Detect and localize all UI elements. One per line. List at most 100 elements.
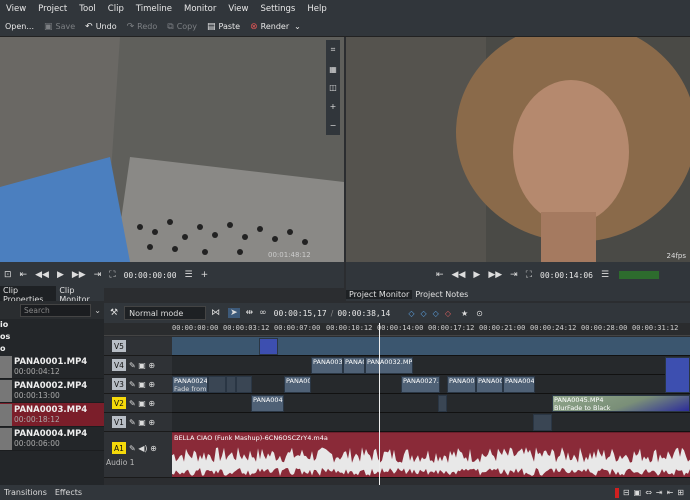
chevron-down-icon[interactable]: ⌄ xyxy=(94,306,101,315)
zoom-in-timeline-icon[interactable]: ⇤ xyxy=(667,488,674,497)
fit-icon[interactable]: ⌗ xyxy=(331,45,336,55)
set-out-icon[interactable]: ⇥ xyxy=(94,270,102,280)
timeline-clip[interactable]: PANA002 xyxy=(284,376,311,393)
menu-help[interactable]: Help xyxy=(301,4,332,14)
set-in-icon[interactable]: ⇤ xyxy=(20,270,28,280)
extract-icon[interactable]: ◇ xyxy=(445,309,451,318)
audio-clip[interactable]: BELLA CIAO (Funk Mashup)-6CN6OSCZrY4.m4a xyxy=(172,433,690,477)
timeline-clip[interactable] xyxy=(665,357,690,393)
playhead[interactable] xyxy=(379,323,380,485)
snap-icon[interactable]: ▣ xyxy=(634,488,642,497)
menu-icon[interactable]: ☰ xyxy=(185,270,193,280)
zone-icon[interactable]: ⊡ xyxy=(4,270,12,280)
menu-tool[interactable]: Tool xyxy=(73,4,102,14)
zoom-out-icon[interactable]: − xyxy=(330,121,337,130)
timeline-clip[interactable]: PANA0045.MP4 BlurFade to Black xyxy=(552,395,690,412)
timeline-clip[interactable]: PANA0024.MFade from Bl xyxy=(172,376,208,393)
folder-item[interactable]: io xyxy=(0,319,104,331)
p-rewind-icon[interactable]: ◀◀ xyxy=(452,270,466,280)
insert-icon[interactable]: ◇ xyxy=(408,309,414,318)
ripple-icon[interactable]: ⊙ xyxy=(476,309,483,318)
timeline-clip[interactable] xyxy=(208,376,226,393)
timeline-clip[interactable]: PANA004 xyxy=(503,376,535,393)
lift-icon[interactable]: ◇ xyxy=(433,309,439,318)
clip-monitor-view[interactable]: 00:01:48:12 xyxy=(0,37,344,262)
p-play-icon[interactable]: ▶ xyxy=(473,270,480,280)
save-button[interactable]: ▣ Save xyxy=(39,17,80,37)
folder-item[interactable]: o xyxy=(0,343,104,355)
zoom-icon[interactable]: ◫ xyxy=(329,83,337,92)
tab-project-monitor[interactable]: Project Monitor xyxy=(346,290,413,299)
project-timecode[interactable]: 00:00:14:06 xyxy=(540,271,593,280)
p-fit-frame-icon[interactable]: ⛶ xyxy=(526,270,532,280)
menu-monitor[interactable]: Monitor xyxy=(178,4,222,14)
bin-item[interactable]: PANA0002.MP4 00:00:13:00 xyxy=(0,379,104,403)
mixer-icon[interactable]: ⊟ xyxy=(623,488,630,497)
menu-settings[interactable]: Settings xyxy=(254,4,301,14)
track-controls-icon[interactable]: ✎ ▣ ⊕ xyxy=(129,399,155,408)
timeline-clip[interactable] xyxy=(236,376,252,393)
search-input[interactable]: Search xyxy=(20,303,92,317)
tab-transitions[interactable]: Transitions xyxy=(4,488,47,497)
tab-project-notes[interactable]: Project Notes xyxy=(412,290,471,299)
track-name[interactable]: V3 xyxy=(112,378,126,390)
paste-button[interactable]: ▤ Paste xyxy=(202,17,245,37)
timeline-clip[interactable]: PANA0038 xyxy=(311,357,343,374)
copy-button[interactable]: ⧉ Copy xyxy=(162,17,202,37)
track-controls-icon[interactable]: ✎ ▣ ⊕ xyxy=(129,418,155,427)
p-set-in-icon[interactable]: ⇤ xyxy=(436,270,444,280)
clip-timecode[interactable]: 00:00:00:00 xyxy=(124,271,177,280)
redo-button[interactable]: ↷ Redo xyxy=(122,17,163,37)
spacer-tool-icon[interactable]: ⇹ xyxy=(246,308,254,318)
open-button[interactable]: Open... xyxy=(0,17,39,37)
track-name[interactable]: V5 xyxy=(112,340,126,352)
timeline-clip[interactable]: PANA00 xyxy=(343,357,365,374)
razor-icon[interactable]: ⋈ xyxy=(211,308,220,318)
lane-v1[interactable] xyxy=(172,413,690,432)
track-controls-icon[interactable]: ✎ ◀) ⊕ xyxy=(129,444,157,453)
p-set-out-icon[interactable]: ⇥ xyxy=(510,270,518,280)
tools-icon[interactable]: ⚒ xyxy=(110,308,118,318)
track-controls-icon[interactable]: ✎ ▣ ⊕ xyxy=(129,380,155,389)
fit-frame-icon[interactable]: ⛶ xyxy=(109,270,115,280)
timeline-ruler[interactable]: 00:00:00:00 00:00:03:12 00:00:07:00 00:0… xyxy=(104,323,690,336)
bin-item[interactable]: PANA0004.MP4 00:00:06:00 xyxy=(0,427,104,451)
favorite-icon[interactable]: ★ xyxy=(461,309,468,318)
play-icon[interactable]: ▶ xyxy=(57,270,64,280)
menu-clip[interactable]: Clip xyxy=(102,4,130,14)
tab-effects[interactable]: Effects xyxy=(55,488,82,497)
menu-project[interactable]: Project xyxy=(32,4,73,14)
bin-item-selected[interactable]: PANA0003.MP4 00:00:18:12 xyxy=(0,403,104,427)
timeline-clip[interactable] xyxy=(533,414,552,431)
menu-view[interactable]: View xyxy=(0,4,32,14)
bin-item[interactable]: PANA0001.MP4 00:00:04:12 xyxy=(0,355,104,379)
rewind-icon[interactable]: ◀◀ xyxy=(35,270,49,280)
zoom-in-icon[interactable]: + xyxy=(330,102,337,111)
timeline-clip[interactable] xyxy=(259,338,278,355)
menu-view-2[interactable]: View xyxy=(222,4,254,14)
grid-icon[interactable]: ▦ xyxy=(329,65,337,74)
timeline-clip[interactable]: PANA0043 xyxy=(251,395,284,412)
timeline-clip[interactable] xyxy=(438,395,447,412)
p-menu-icon[interactable]: ☰ xyxy=(601,270,609,280)
render-button[interactable]: ⊗ Render ⌄ xyxy=(245,17,306,37)
forward-icon[interactable]: ▶▶ xyxy=(72,270,86,280)
track-controls-icon[interactable]: ✎ ▣ ⊕ xyxy=(129,361,155,370)
p-forward-icon[interactable]: ▶▶ xyxy=(488,270,502,280)
track-name[interactable]: V2 xyxy=(112,397,126,409)
zoom-out-timeline-icon[interactable]: ⇥ xyxy=(656,488,663,497)
timeline-clip[interactable]: PANA0032.MP4 xyxy=(365,357,413,374)
undo-button[interactable]: ↶ Undo xyxy=(80,17,121,37)
menu-timeline[interactable]: Timeline xyxy=(130,4,178,14)
timeline-clip[interactable] xyxy=(226,376,236,393)
track-name[interactable]: V4 xyxy=(112,359,126,371)
select-tool-icon[interactable]: ➤ xyxy=(228,308,240,318)
timeline-clip[interactable]: PANA004 xyxy=(476,376,503,393)
timeline-clip[interactable]: PANA0027.M xyxy=(401,376,440,393)
folder-item[interactable]: os xyxy=(0,331,104,343)
timeline-clip[interactable]: PANA004 xyxy=(447,376,476,393)
lane-v4[interactable] xyxy=(172,356,690,375)
overwrite-icon[interactable]: ◇ xyxy=(421,309,427,318)
track-name[interactable]: V1 xyxy=(112,416,126,428)
edit-mode-select[interactable]: Normal mode xyxy=(124,306,207,320)
